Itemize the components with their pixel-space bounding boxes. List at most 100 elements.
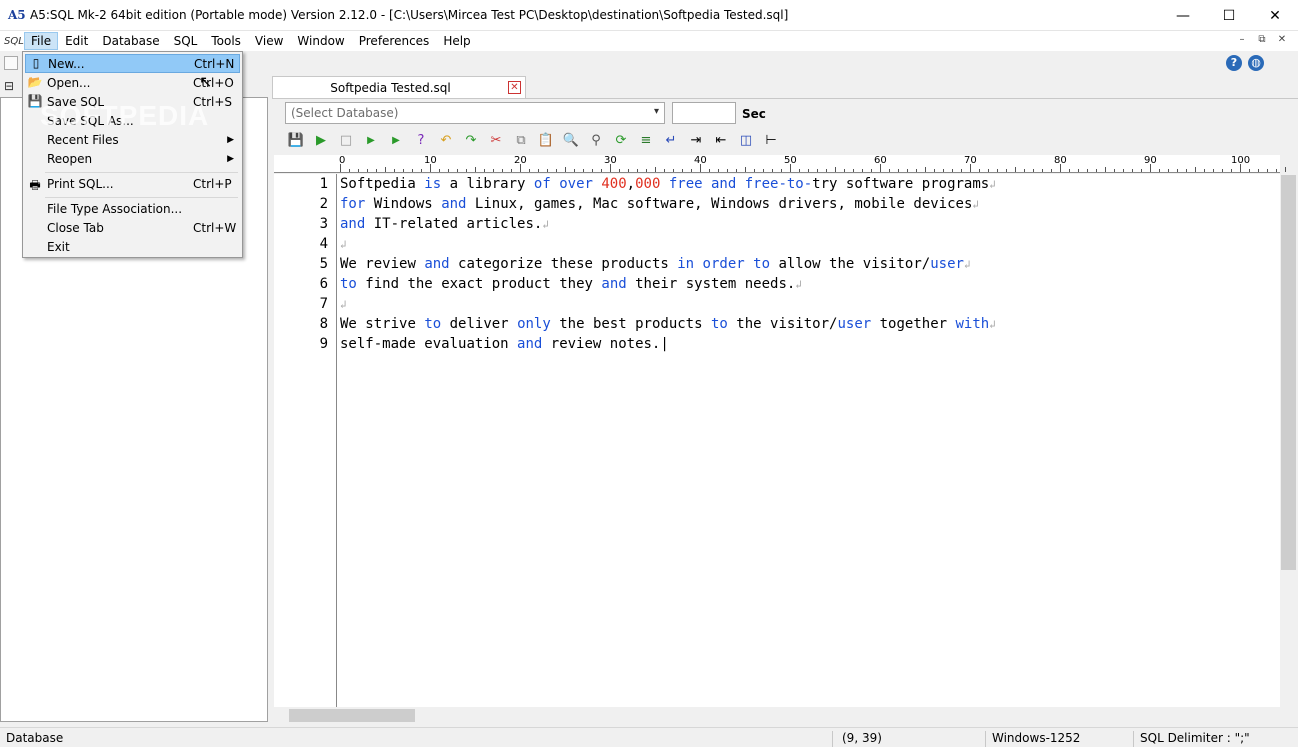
menu-separator	[45, 172, 238, 173]
mdi-controls: – ⧉ ✕	[1234, 33, 1290, 47]
line-end-marker: ↲	[340, 298, 347, 311]
menu-item-exit[interactable]: Exit	[25, 237, 240, 256]
code-line: to find the exact product they and their…	[340, 276, 802, 292]
menu-view[interactable]: View	[248, 32, 290, 50]
indent-icon[interactable]: ⇥	[685, 130, 707, 150]
ruler-tick	[1123, 169, 1124, 172]
run-csv-icon[interactable]: ▶	[385, 130, 407, 150]
ruler-tick	[925, 167, 926, 172]
ruler-tick	[547, 169, 548, 172]
close-button[interactable]: ✕	[1252, 0, 1298, 31]
menu-item-label: Open...	[47, 75, 91, 90]
ruler-tick	[556, 169, 557, 172]
menu-help[interactable]: Help	[436, 32, 477, 50]
find-icon[interactable]: 🔍	[560, 130, 582, 150]
mdi-close-button[interactable]: ✕	[1274, 33, 1290, 47]
ruler-tick	[664, 169, 665, 172]
mdi-minimize-button[interactable]: –	[1234, 33, 1250, 47]
code-line: self-made evaluation and review notes.|	[340, 336, 669, 352]
tree-format-icon[interactable]: ⊢	[760, 130, 782, 150]
menu-item-save-sql-as[interactable]: Save SQL As...	[25, 111, 240, 130]
vertical-scroll-thumb[interactable]	[1281, 175, 1296, 570]
ruler-tick	[772, 169, 773, 172]
ruler-tick	[691, 169, 692, 172]
menu-item-save-sql[interactable]: 💾 Save SQL Ctrl+S	[25, 92, 240, 111]
line-number: 4	[319, 236, 328, 252]
database-select[interactable]: (Select Database) ▾	[285, 102, 665, 124]
ruler-tick	[1168, 169, 1169, 172]
timeout-input[interactable]	[672, 102, 736, 124]
line-end-marker: ↲	[542, 218, 549, 231]
menu-database[interactable]: Database	[95, 32, 166, 50]
menu-item-file-type-association[interactable]: File Type Association...	[25, 199, 240, 218]
code-line: and IT-related articles.↲	[340, 216, 549, 232]
menu-item-print-sql[interactable]: 🖶 Print SQL... Ctrl+P	[25, 174, 240, 193]
horizontal-scrollbar[interactable]	[274, 707, 1280, 724]
ruler-tick	[565, 167, 566, 172]
ruler-tick	[1276, 169, 1277, 172]
menu-item-recent-files[interactable]: Recent Files ▶	[25, 130, 240, 149]
line-number: 9	[319, 336, 328, 352]
ruler-tick	[583, 169, 584, 172]
ruler-tick	[997, 169, 998, 172]
outdent-icon[interactable]: ⇤	[710, 130, 732, 150]
minimize-button[interactable]: —	[1160, 0, 1206, 31]
stop-icon[interactable]: □	[335, 130, 357, 150]
globe-icon[interactable]: ◍	[1248, 55, 1264, 71]
code-line: We strive to deliver only the best produ…	[340, 316, 996, 332]
tab-close-icon[interactable]: ✕	[508, 81, 521, 94]
refresh-icon[interactable]: ⟳	[610, 130, 632, 150]
text-caret: |	[660, 336, 669, 352]
menu-edit[interactable]: Edit	[58, 32, 95, 50]
tree-view-icon[interactable]: ⊟	[4, 79, 14, 93]
vertical-scrollbar[interactable]	[1280, 173, 1297, 732]
line-end-marker: ↲	[989, 178, 996, 191]
explain-icon[interactable]: ?	[410, 130, 432, 150]
line-number: 5	[319, 256, 328, 272]
status-cursor-position: (9, 39)	[842, 731, 882, 745]
wrap-icon[interactable]: ↵	[660, 130, 682, 150]
menu-item-label: Reopen	[47, 151, 93, 166]
cut-icon[interactable]: ✂	[485, 130, 507, 150]
ruler-tick	[1078, 169, 1079, 172]
ruler-tick	[484, 169, 485, 172]
menu-item-new[interactable]: ▯ New... Ctrl+N	[25, 54, 240, 73]
menu-tools[interactable]: Tools	[204, 32, 248, 50]
copy-icon[interactable]: ⧉	[510, 130, 532, 150]
replace-icon[interactable]: ⚲	[585, 130, 607, 150]
ruler-tick	[1024, 169, 1025, 172]
menu-file[interactable]: File	[24, 32, 59, 50]
left-toolbar-button[interactable]	[4, 56, 18, 70]
ruler-tick	[1042, 169, 1043, 172]
mdi-restore-button[interactable]: ⧉	[1254, 33, 1270, 47]
horizontal-scroll-thumb[interactable]	[289, 709, 415, 722]
ruler-tick	[952, 169, 953, 172]
ruler-tick	[763, 169, 764, 172]
menu-item-close-tab[interactable]: Close Tab Ctrl+W	[25, 218, 240, 237]
undo-icon[interactable]: ↶	[435, 130, 457, 150]
menu-item-reopen[interactable]: Reopen ▶	[25, 149, 240, 168]
menu-window[interactable]: Window	[290, 32, 351, 50]
ruler-tick	[1132, 169, 1133, 172]
run-ab-icon[interactable]: ▶	[360, 130, 382, 150]
ruler-tick	[916, 169, 917, 172]
sql-editor[interactable]: 1 2 3 4 5 6 7 8 9 Softpedia is a library…	[274, 174, 1280, 708]
line-number: 2	[319, 196, 328, 212]
menu-item-open[interactable]: 📂 Open... Ctrl+O	[25, 73, 240, 92]
ruler-tick	[1159, 169, 1160, 172]
help-icon[interactable]: ?	[1226, 55, 1242, 71]
compare-icon[interactable]: ◫	[735, 130, 757, 150]
tab-softpedia-tested[interactable]: Softpedia Tested.sql ✕	[272, 76, 526, 98]
redo-icon[interactable]: ↷	[460, 130, 482, 150]
maximize-button[interactable]: ☐	[1206, 0, 1252, 31]
align-icon[interactable]: ≡	[635, 130, 657, 150]
ruler-tick	[844, 169, 845, 172]
line-number: 7	[319, 296, 328, 312]
paste-icon[interactable]: 📋	[535, 130, 557, 150]
menu-preferences[interactable]: Preferences	[352, 32, 437, 50]
run-icon[interactable]: ▶	[310, 130, 332, 150]
ruler-tick	[439, 169, 440, 172]
line-end-marker: ↲	[989, 318, 996, 331]
menu-sql[interactable]: SQL	[167, 32, 205, 50]
save-icon[interactable]: 💾	[285, 130, 307, 150]
